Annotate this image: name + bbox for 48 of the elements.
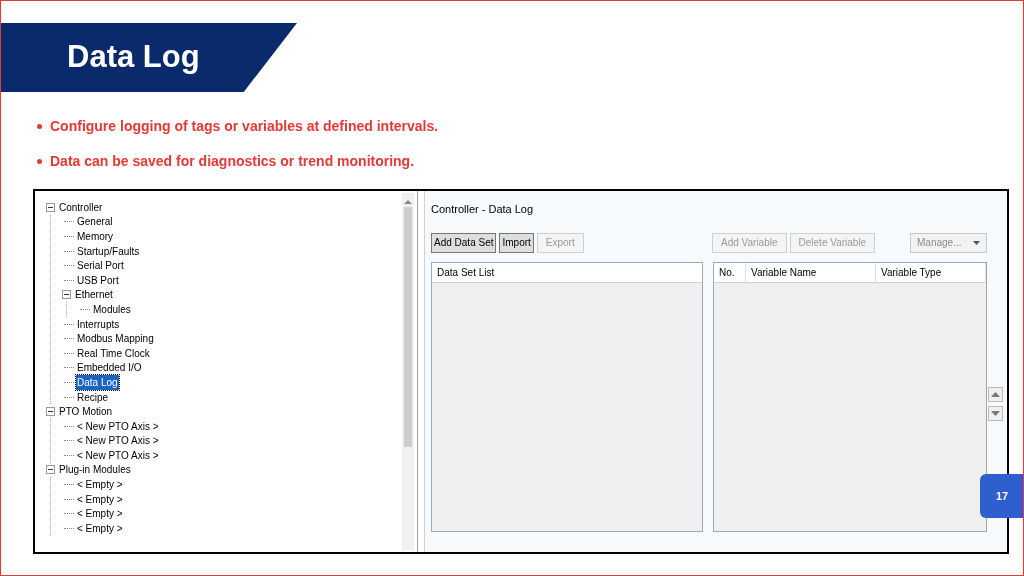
tree-item[interactable]: General — [76, 214, 114, 230]
slide-title: Data Log — [67, 38, 200, 77]
caret-icon — [973, 240, 980, 245]
tree-item[interactable]: < Empty > — [76, 520, 124, 536]
tree-item[interactable]: Controller — [58, 199, 104, 215]
tree-item[interactable]: < Empty > — [76, 506, 124, 522]
move-down-button[interactable] — [988, 406, 1003, 421]
tree-item[interactable]: Memory — [76, 229, 115, 244]
collapse-icon[interactable] — [46, 465, 55, 475]
column-header: Data Set List — [436, 265, 496, 280]
tree-item[interactable]: Modules — [92, 301, 132, 317]
collapse-icon[interactable] — [46, 202, 55, 212]
collapse-icon[interactable] — [62, 290, 71, 300]
tree-item[interactable]: < New PTO Axis > — [76, 447, 160, 463]
tree-item[interactable]: Data Log — [76, 374, 119, 390]
collapse-icon[interactable] — [46, 407, 55, 417]
up-triangle-icon — [991, 392, 1000, 397]
move-up-button[interactable] — [988, 387, 1003, 402]
scrollbar[interactable] — [402, 193, 414, 550]
page-number: 17 — [980, 474, 1023, 518]
scroll-thumb[interactable] — [404, 207, 412, 447]
toolbar-button[interactable]: Add Data Set — [431, 232, 497, 253]
tree-item[interactable]: < New PTO Axis > — [76, 418, 160, 434]
tree-item[interactable]: Startup/Faults — [76, 243, 141, 259]
tree-item[interactable]: Real Time Clock — [76, 345, 151, 361]
tree-item[interactable]: Modbus Mapping — [76, 331, 155, 347]
tree-item[interactable]: PTO Motion — [58, 404, 114, 420]
bullet-text: Data can be saved for diagnostics or trend monitoring. — [50, 152, 415, 171]
toolbar-button[interactable]: Import — [499, 232, 534, 253]
column-header: Variable Type — [876, 262, 986, 282]
tree-item[interactable]: Recipe — [76, 389, 110, 405]
down-triangle-icon — [991, 411, 1000, 416]
tree-item[interactable]: USB Port — [76, 272, 120, 288]
tree-item[interactable]: Plug-in Modules — [58, 462, 132, 478]
bullet-icon — [37, 124, 42, 129]
tree-item[interactable]: Embedded I/O — [76, 360, 143, 376]
tree-item[interactable]: < Empty > — [76, 477, 124, 493]
tree-item[interactable]: < Empty > — [76, 491, 124, 507]
tree-item[interactable]: Ethernet — [74, 287, 114, 303]
scroll-up-icon[interactable] — [404, 199, 412, 205]
panel-title: Controller - Data Log — [431, 202, 535, 217]
tree-item[interactable]: Serial Port — [76, 258, 125, 274]
column-header: No. — [714, 262, 746, 282]
bullet-icon — [37, 159, 42, 164]
tree-item[interactable]: < New PTO Axis > — [76, 433, 160, 449]
column-header: Variable Name — [746, 262, 876, 282]
bullet-text: Configure logging of tags or variables at defined intervals. — [50, 117, 439, 136]
tree-item[interactable]: Interrupts — [76, 316, 121, 332]
